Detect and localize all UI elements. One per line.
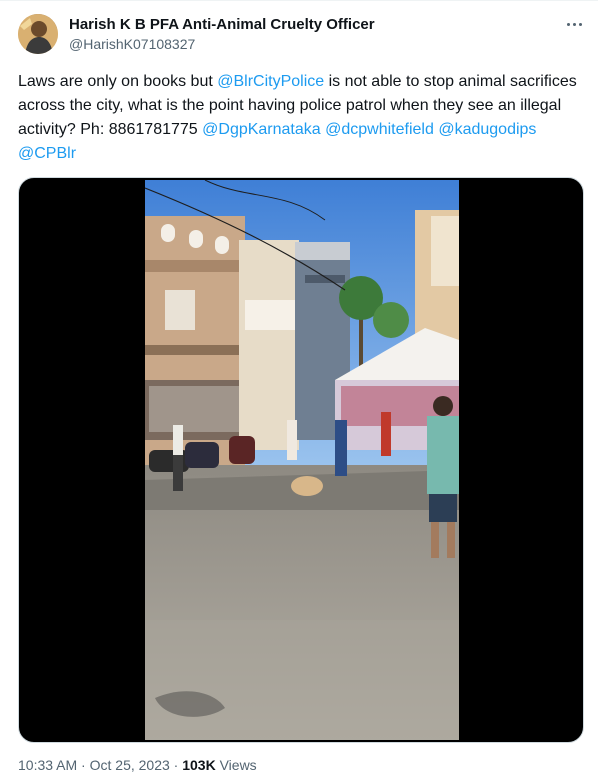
tweet-date[interactable]: Oct 25, 2023 — [90, 757, 170, 773]
meta-separator: · — [77, 757, 90, 773]
author-display-name[interactable]: Harish K B PFA Anti-Animal Cruelty Offic… — [69, 16, 375, 33]
more-horizontal-icon — [566, 22, 570, 26]
avatar-image — [18, 14, 58, 54]
tweet-text-segment: Laws are only on books but — [18, 73, 218, 90]
views-count: 103K — [182, 757, 216, 773]
mention-link[interactable]: @BlrCityPolice — [217, 73, 324, 90]
mention-link[interactable]: @CPBlr — [18, 145, 76, 162]
video-player[interactable] — [18, 177, 584, 743]
more-options-button[interactable] — [560, 12, 588, 36]
mention-link[interactable]: @DgpKarnataka — [202, 121, 321, 138]
meta-separator: · — [169, 757, 183, 773]
avatar[interactable] — [18, 14, 58, 54]
video-frame[interactable] — [145, 180, 459, 740]
street-scene-image — [145, 180, 459, 740]
mention-link[interactable]: @kadugodips — [438, 121, 536, 138]
divider — [0, 0, 598, 1]
tweet-metadata: 10:33 AM · Oct 25, 2023 · 103K Views — [18, 757, 257, 773]
author-handle[interactable]: @HarishK07108327 — [69, 36, 195, 52]
mention-link[interactable]: @dcpwhitefield — [325, 121, 434, 138]
tweet-card[interactable]: Harish K B PFA Anti-Animal Cruelty Offic… — [0, 0, 598, 782]
tweet-time[interactable]: 10:33 AM — [18, 757, 77, 773]
views-label: Views — [219, 757, 257, 773]
tweet-text: Laws are only on books but @BlrCityPolic… — [18, 70, 578, 166]
